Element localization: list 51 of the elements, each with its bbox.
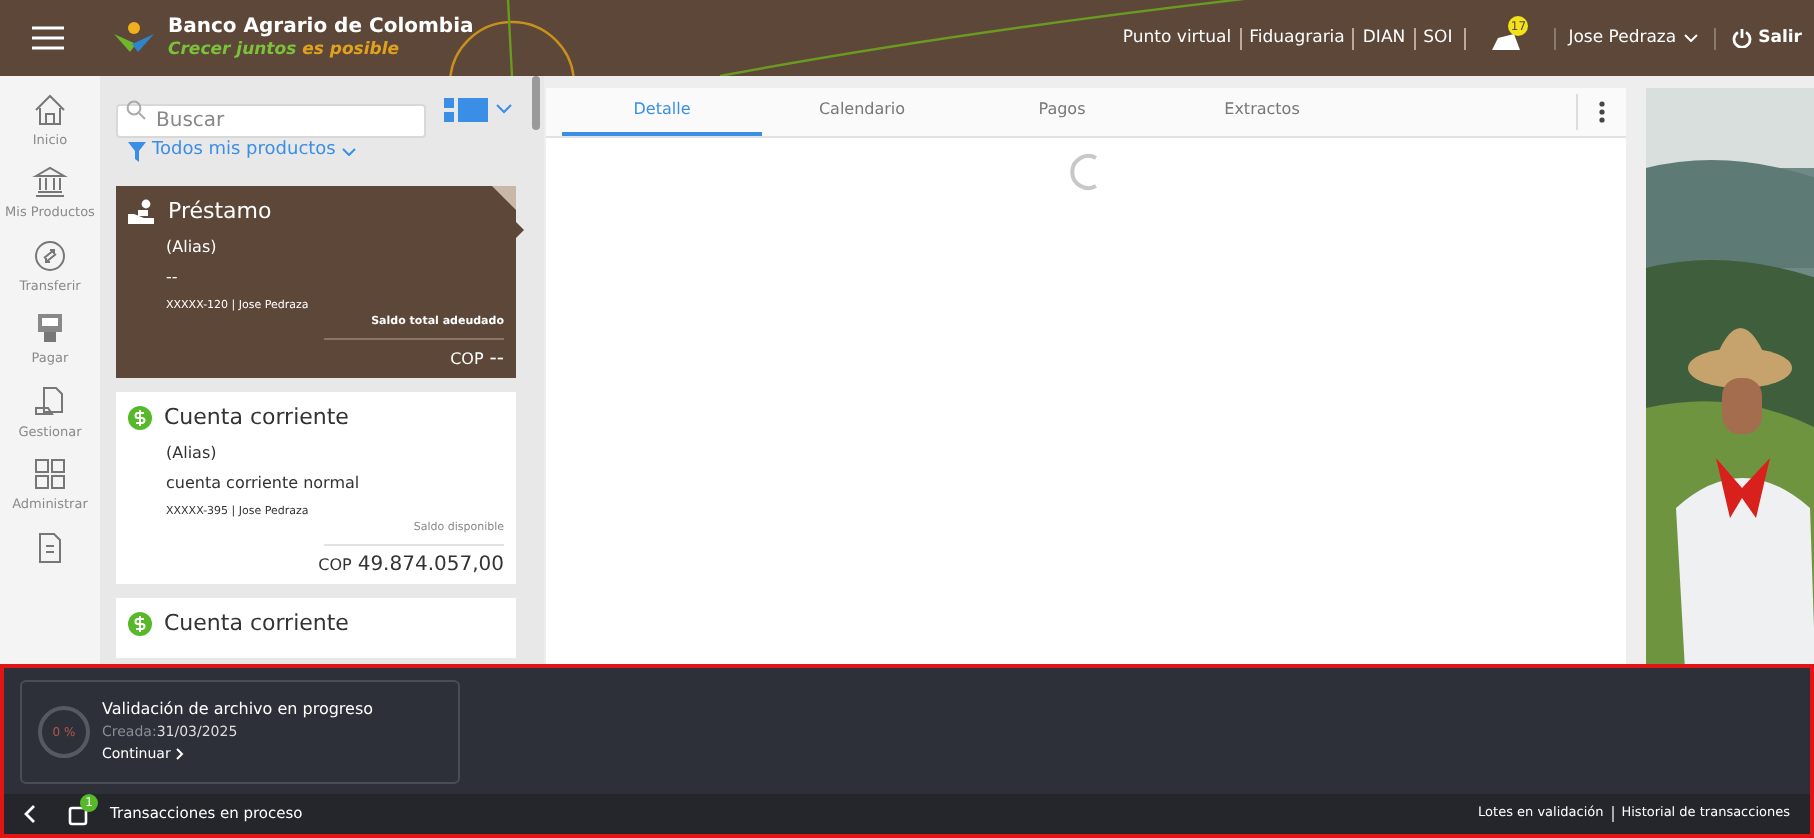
transfer-icon <box>32 237 68 274</box>
back-button[interactable] <box>24 802 40 826</box>
house-icon <box>32 92 68 128</box>
list-view-icon <box>444 97 488 121</box>
tab[interactable]: Extractos <box>1162 88 1362 136</box>
document-hand-icon <box>32 383 68 420</box>
payment-terminal-icon <box>32 310 68 347</box>
header-link[interactable]: Fiduagraria <box>1249 25 1345 51</box>
product-title: Préstamo <box>168 195 272 227</box>
tab[interactable]: Pagos <box>962 88 1162 136</box>
search-icon <box>126 100 146 120</box>
chevron-down-icon <box>496 104 512 114</box>
product-alias: (Alias) <box>166 442 217 466</box>
product-title: Cuenta corriente <box>164 401 349 433</box>
logo-icon <box>112 20 156 56</box>
tab[interactable]: Calendario <box>762 88 962 136</box>
balance-amount: 49.874.057,00 <box>357 551 504 579</box>
hand-icon <box>128 197 156 226</box>
chevron-right-icon <box>176 748 185 761</box>
menu-icon <box>32 26 64 50</box>
process-title: Validación de archivo en progreso <box>102 700 374 721</box>
product-card[interactable]: Cuenta corriente <box>116 597 516 657</box>
user-menu[interactable]: Jose Pedraza <box>1568 25 1699 51</box>
bank-name: Banco Agrario de Colombia <box>168 17 474 38</box>
bank-icon <box>32 164 68 201</box>
chevron-down-icon <box>341 147 356 156</box>
dollar-icon <box>128 405 152 430</box>
header-link[interactable]: SOI <box>1423 25 1453 51</box>
dollar-icon <box>128 611 152 636</box>
logout-button[interactable]: Salir <box>1732 25 1802 51</box>
more-options-button[interactable] <box>1596 98 1608 126</box>
product-title: Cuenta corriente <box>164 607 349 639</box>
product-alias: (Alias) <box>166 236 217 260</box>
product-description: cuenta corriente normal <box>166 472 360 496</box>
pointer-marker <box>516 221 524 237</box>
slogan: Crecer juntos es posible <box>168 41 402 59</box>
grid-icon <box>32 456 68 493</box>
header-link[interactable]: DIAN <box>1362 25 1406 51</box>
currency: COP <box>318 553 352 577</box>
power-icon <box>1732 28 1753 48</box>
scrollbar-thumb[interactable] <box>532 76 540 130</box>
header-link[interactable]: Punto virtual <box>1122 25 1232 51</box>
view-toggle[interactable] <box>444 97 512 121</box>
product-description: -- <box>166 266 178 290</box>
currency: COP <box>450 347 484 371</box>
chevron-down-icon <box>1684 34 1699 42</box>
search-field[interactable]: Buscar <box>116 104 426 138</box>
transactions-icon <box>68 803 90 825</box>
chevron-left-icon <box>24 804 36 824</box>
balance-amount: -- <box>489 345 504 373</box>
filter-icon <box>128 141 146 162</box>
